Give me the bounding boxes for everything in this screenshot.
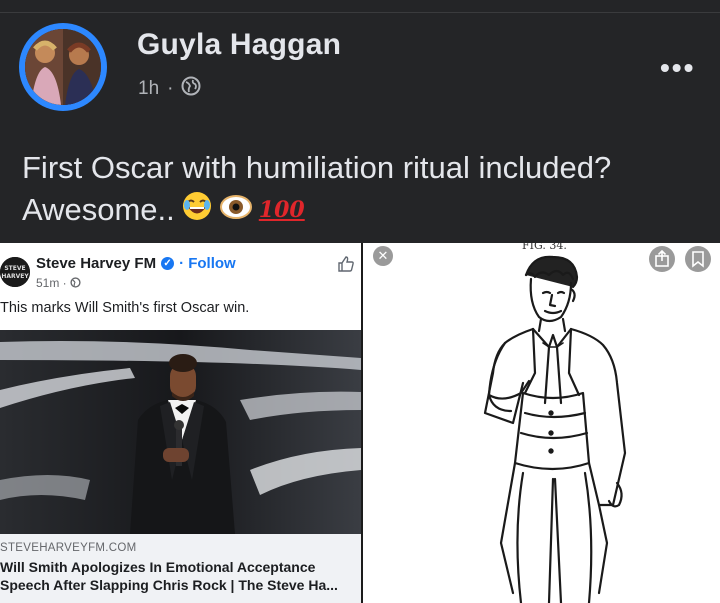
more-options-button[interactable]: ••• — [660, 52, 695, 84]
post-container: Guyla Haggan 1h · ••• First Oscar with h… — [0, 0, 720, 243]
meta-separator: · — [167, 78, 174, 99]
globe-icon — [70, 277, 81, 288]
source-time-text[interactable]: 51m · — [36, 276, 67, 290]
source-avatar[interactable]: STEVE HARVEY — [0, 257, 30, 287]
source-name[interactable]: Steve Harvey FM — [36, 255, 156, 272]
link-preview[interactable]: STEVEHARVEYFM.COM Will Smith Apologizes … — [0, 534, 361, 603]
post-text-line1: First Oscar with humiliation ritual incl… — [22, 150, 612, 185]
avatar-image — [25, 29, 101, 105]
source-header: Steve Harvey FM ✓ · Follow — [36, 255, 236, 272]
post-meta: 1h · — [138, 76, 201, 102]
divider — [0, 12, 720, 13]
link-domain: STEVEHARVEYFM.COM — [0, 542, 137, 554]
follow-button[interactable]: · Follow — [179, 255, 236, 272]
link-title[interactable]: Will Smith Apologizes In Emotional Accep… — [0, 558, 361, 594]
eye-emoji-icon — [219, 192, 253, 228]
post-text-line2: Awesome.. 100 — [22, 190, 305, 230]
post-time[interactable]: 1h — [138, 78, 159, 100]
svg-text:STEVE: STEVE — [4, 265, 25, 272]
shared-photo[interactable] — [0, 330, 361, 534]
figure-image[interactable]: FIG. 34. ✕ — [363, 243, 720, 603]
will-smith-photo — [0, 330, 361, 534]
author-name[interactable]: Guyla Haggan — [137, 28, 341, 62]
verified-badge-icon: ✓ — [161, 257, 175, 270]
avatar[interactable] — [25, 29, 101, 105]
gentleman-drawing — [483, 255, 627, 603]
laughing-emoji-icon — [181, 190, 213, 230]
source-time: 51m · — [36, 276, 81, 290]
shared-post-card[interactable]: STEVE HARVEY Steve Harvey FM ✓ · Follow … — [0, 243, 363, 603]
post-text-word: Awesome.. — [22, 192, 175, 227]
shared-caption: This marks Will Smith's first Oscar win. — [0, 300, 250, 316]
like-icon[interactable] — [337, 255, 355, 273]
globe-icon — [181, 76, 201, 102]
svg-text:HARVEY: HARVEY — [1, 273, 29, 280]
hundred-points-emoji-icon: 100 — [258, 197, 305, 223]
